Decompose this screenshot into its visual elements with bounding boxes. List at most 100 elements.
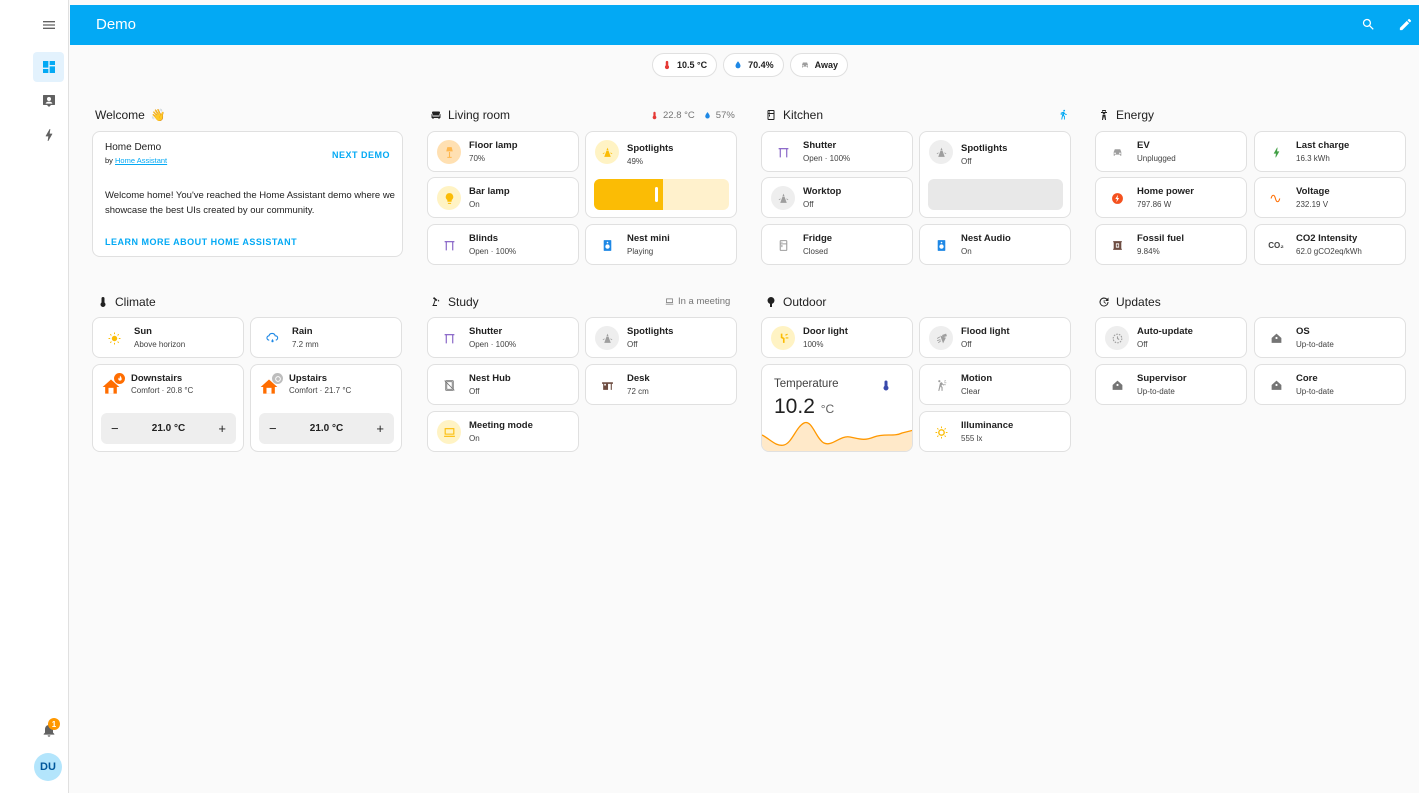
tile-illuminance[interactable]: Illuminance 555 lx [919,411,1071,452]
sine-wave-icon[interactable] [1264,186,1288,210]
tile-spotlights-kitchen[interactable]: Spotlights Off [919,131,1071,218]
tile-nest-mini[interactable]: Nest mini Playing [585,224,737,265]
presence-badge[interactable]: Away [789,53,849,77]
target-temp: 21.0 °C [151,423,186,434]
power-icon[interactable] [1105,186,1129,210]
floor-lamp-icon[interactable] [437,140,461,164]
tile-last-charge[interactable]: Last charge 16.3 kWh [1254,131,1406,172]
tile-nest-audio[interactable]: Nest Audio On [919,224,1071,265]
tile-worktop[interactable]: Worktop Off [761,177,913,218]
tile-supervisor[interactable]: Supervisor Up-to-date [1095,364,1247,405]
tile-meeting-mode[interactable]: Meeting mode On [427,411,579,452]
tile-motion[interactable]: Motion Clear [919,364,1071,405]
living-room-humidity: 57% [715,110,735,121]
home-heating-icon[interactable] [101,373,125,397]
tile-voltage[interactable]: Voltage 232.19 V [1254,177,1406,218]
lightning-icon[interactable] [1264,140,1288,164]
car-icon[interactable] [1105,140,1129,164]
decrease-button[interactable]: − [111,421,119,436]
tile-os[interactable]: OS Up-to-date [1254,317,1406,358]
thermostat-upstairs[interactable]: Upstairs Comfort · 21.7 °C − 21.0 °C + [250,364,402,452]
home-assistant-icon[interactable] [1264,326,1288,350]
tile-floor-lamp[interactable]: Floor lamp 70% [427,131,579,172]
energy-icon [45,129,52,141]
temperature-badge[interactable]: 10.5 °C [652,53,718,77]
floodlight-icon[interactable] [929,326,953,350]
slider-handle[interactable] [655,187,658,202]
menu-icon[interactable] [33,10,64,40]
spotlight-icon[interactable] [929,140,953,164]
speaker-icon[interactable] [929,233,953,257]
home-assistant-link[interactable]: Home Assistant [115,156,167,165]
auto-update-icon[interactable] [1105,326,1129,350]
brightness-slider[interactable] [928,179,1063,210]
increase-button[interactable]: + [218,421,226,436]
temperature-label: Temperature [774,378,839,390]
tile-sun[interactable]: Sun Above horizon [92,317,244,358]
tile-bar-lamp[interactable]: Bar lamp On [427,177,579,218]
blinds-icon[interactable] [771,140,795,164]
home-heating-icon[interactable] [259,373,283,397]
motion-sensor-icon[interactable] [929,373,953,397]
tile-study-shutter[interactable]: Shutter Open · 100% [427,317,579,358]
desk-icon[interactable] [595,373,619,397]
tablet-off-icon[interactable] [437,373,461,397]
speaker-icon[interactable] [595,233,619,257]
tile-desk[interactable]: Desk 72 cm [585,364,737,405]
tile-flood-light[interactable]: Flood light Off [919,317,1071,358]
rain-icon[interactable] [260,326,284,350]
blinds-icon[interactable] [437,326,461,350]
temperature-card[interactable]: Temperature 10.2 °C [761,364,913,452]
humidity-badge[interactable]: 70.4% [723,53,784,77]
tile-name: Spotlights [961,143,1008,154]
tile-name: Home power [1137,186,1195,197]
tile-name: Desk [627,373,650,384]
brightness-icon[interactable] [929,420,953,444]
tile-ev[interactable]: EV Unplugged [1095,131,1247,172]
meeting-icon[interactable] [437,420,461,444]
co2-icon[interactable]: CO₂ [1264,233,1288,257]
brightness-slider[interactable] [594,179,729,210]
notifications-button[interactable]: 1 [33,715,64,745]
tile-co2[interactable]: CO₂ CO2 Intensity 62.0 gCO2eq/kWh [1254,224,1406,265]
thermostat-downstairs[interactable]: Downstairs Comfort · 20.8 °C − 21.0 °C + [92,364,244,452]
sidebar-item-map[interactable] [33,86,64,116]
tile-name: Illuminance [961,420,1014,431]
home-assistant-icon[interactable] [1105,373,1129,397]
tile-kitchen-shutter[interactable]: Shutter Open · 100% [761,131,913,172]
tile-study-spotlights[interactable]: Spotlights Off [585,317,737,358]
tile-spotlights-living[interactable]: Spotlights 49% [585,131,737,218]
sidebar-item-energy[interactable] [33,120,64,150]
tile-rain[interactable]: Rain 7.2 mm [250,317,402,358]
fridge-icon[interactable] [771,233,795,257]
sidebar-item-overview[interactable] [33,52,64,82]
tile-blinds[interactable]: Blinds Open · 100% [427,224,579,265]
decrease-button[interactable]: − [269,421,277,436]
sun-icon[interactable] [102,326,126,350]
thermometer-icon [664,60,670,70]
factory-icon[interactable] [1105,233,1129,257]
tile-core[interactable]: Core Up-to-date [1254,364,1406,405]
tile-home-power[interactable]: Home power 797.86 W [1095,177,1247,218]
tile-door-light[interactable]: Door light 100% [761,317,913,358]
tile-auto-update[interactable]: Auto-update Off [1095,317,1247,358]
avatar[interactable]: DU [34,753,62,781]
search-icon[interactable] [1359,15,1377,33]
bulb-icon[interactable] [437,186,461,210]
blinds-icon[interactable] [437,233,461,257]
increase-button[interactable]: + [376,421,384,436]
wall-light-icon[interactable] [771,326,795,350]
tile-fridge[interactable]: Fridge Closed [761,224,913,265]
learn-more-button[interactable]: LEARN MORE ABOUT HOME ASSISTANT [105,237,297,247]
badge-value: Away [814,60,839,70]
edit-icon[interactable] [1396,15,1414,33]
tile-fossil-fuel[interactable]: Fossil fuel 9.84% [1095,224,1247,265]
wave-icon: 👋 [150,108,166,122]
tile-nest-hub[interactable]: Nest Hub Off [427,364,579,405]
home-assistant-icon[interactable] [1264,373,1288,397]
spotlight-icon[interactable] [771,186,795,210]
spotlight-icon[interactable] [595,326,619,350]
tile-state: Off [961,340,972,349]
next-demo-button[interactable]: NEXT DEMO [332,150,390,160]
spotlight-icon[interactable] [595,140,619,164]
